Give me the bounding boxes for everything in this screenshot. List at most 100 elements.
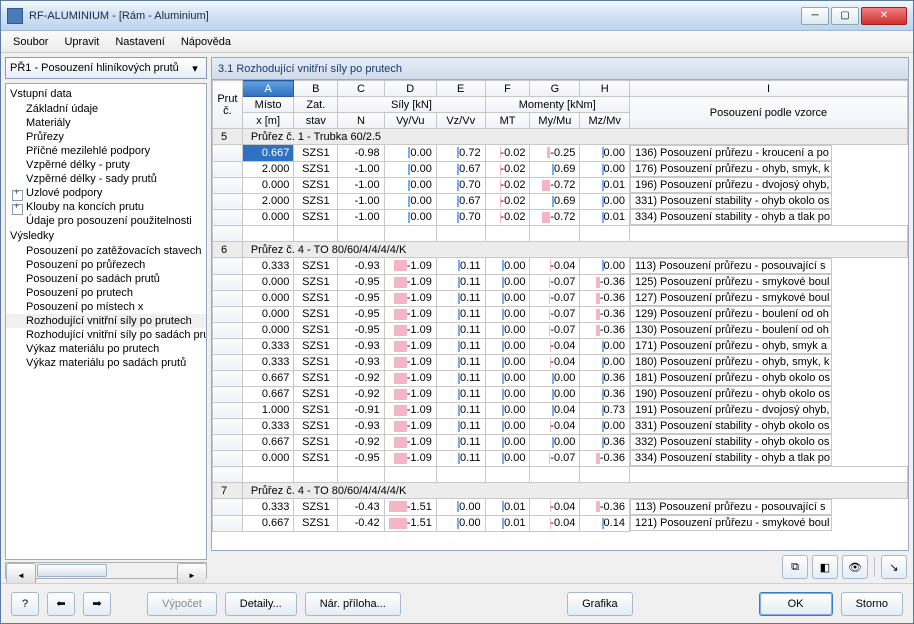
row-header[interactable] <box>213 258 243 275</box>
cell[interactable]: 0.00 <box>485 434 530 450</box>
cell-desc[interactable]: 113) Posouzení průřezu - posouvající s <box>630 258 832 274</box>
col-sily[interactable]: Síly [kN] <box>338 97 485 113</box>
cell[interactable]: SZS1 <box>294 306 338 322</box>
cell-desc[interactable]: 334) Posouzení stability - ohyb a tlak p… <box>630 450 832 466</box>
menu-soubor[interactable]: Soubor <box>5 34 56 50</box>
cell[interactable]: -0.36 <box>580 450 630 467</box>
cell[interactable]: 0.11 <box>436 290 485 306</box>
cell[interactable] <box>338 226 384 242</box>
cell-desc[interactable]: 180) Posouzení průřezu - ohyb, smyk, k <box>630 354 832 370</box>
cell[interactable]: 0.01 <box>580 209 630 226</box>
cell[interactable]: 0.73 <box>580 402 630 418</box>
col-MyMu[interactable]: My/Mu <box>530 113 580 129</box>
cell[interactable]: -0.02 <box>485 193 530 209</box>
cell[interactable] <box>629 467 907 483</box>
cell[interactable]: 0.00 <box>485 370 530 386</box>
tree-results-item[interactable]: Výkaz materiálu po sadách prutů <box>6 356 206 370</box>
cell[interactable]: -1.09 <box>384 434 436 450</box>
cell[interactable]: 0.70 <box>436 177 485 193</box>
tree-input-item[interactable]: Uzlové podpory <box>6 186 206 200</box>
cell[interactable]: 0.00 <box>485 322 530 338</box>
cell[interactable]: -0.92 <box>338 370 384 386</box>
cell[interactable]: 2.000 <box>242 161 294 177</box>
cell[interactable] <box>580 467 630 483</box>
cell[interactable]: 0.00 <box>580 145 630 162</box>
cell[interactable]: 0.333 <box>242 338 294 354</box>
group-title[interactable]: Průřez č. 4 - TO 80/60/4/4/4/4/K <box>242 483 907 499</box>
cell[interactable]: 0.000 <box>242 274 294 290</box>
cell[interactable]: 0.72 <box>436 145 485 162</box>
cell[interactable]: 0.11 <box>436 370 485 386</box>
details-button[interactable]: Detaily... <box>225 592 297 616</box>
col-vzorce[interactable]: Posouzení podle vzorce <box>629 97 907 129</box>
row-header[interactable] <box>213 499 243 516</box>
cell[interactable]: 0.11 <box>436 402 485 418</box>
cell[interactable]: -1.09 <box>384 354 436 370</box>
tree-results-item[interactable]: Posouzení po průřezech <box>6 258 206 272</box>
cell[interactable] <box>530 226 580 242</box>
cell[interactable]: 0.00 <box>384 209 436 226</box>
cell[interactable]: 0.67 <box>436 161 485 177</box>
cell[interactable]: -0.04 <box>530 354 580 370</box>
cell[interactable] <box>485 467 530 483</box>
cell[interactable] <box>242 467 294 483</box>
cell[interactable]: 0.00 <box>384 177 436 193</box>
cell[interactable]: -1.09 <box>384 322 436 338</box>
row-header[interactable] <box>213 290 243 306</box>
cell-desc[interactable]: 332) Posouzení stability - ohyb okolo os <box>630 434 832 450</box>
cell[interactable]: SZS1 <box>294 450 338 467</box>
cell[interactable]: 0.00 <box>384 193 436 209</box>
cell[interactable] <box>485 226 530 242</box>
cell-desc[interactable]: 129) Posouzení průřezu - boulení od oh <box>630 306 832 322</box>
cell[interactable]: 0.00 <box>485 402 530 418</box>
tree-input-item[interactable]: Údaje pro posouzení použitelnosti <box>6 214 206 228</box>
scroll-left-button[interactable]: ◄ <box>6 563 36 583</box>
cell[interactable]: -0.04 <box>530 338 580 354</box>
col-stav[interactable]: stav <box>294 113 338 129</box>
cell[interactable]: 0.11 <box>436 306 485 322</box>
cell[interactable]: 0.00 <box>485 354 530 370</box>
cell[interactable]: 0.00 <box>485 290 530 306</box>
cell[interactable]: -0.07 <box>530 306 580 322</box>
cell[interactable]: 0.00 <box>485 258 530 275</box>
cell[interactable]: -1.00 <box>338 177 384 193</box>
cell[interactable]: 0.00 <box>436 499 485 516</box>
cell[interactable]: -0.91 <box>338 402 384 418</box>
cell[interactable]: -0.36 <box>580 290 630 306</box>
cell[interactable]: SZS1 <box>294 209 338 226</box>
cell-desc[interactable]: 190) Posouzení průřezu - ohyb okolo os <box>630 386 832 402</box>
cell[interactable]: 0.00 <box>485 418 530 434</box>
cell[interactable]: 0.00 <box>485 306 530 322</box>
help-button[interactable]: ? <box>11 592 39 616</box>
tree-input-item[interactable]: Základní údaje <box>6 102 206 116</box>
cell[interactable]: 0.00 <box>436 515 485 531</box>
cell[interactable]: -0.95 <box>338 322 384 338</box>
col-letter[interactable]: F <box>485 81 530 97</box>
cell[interactable]: -1.00 <box>338 209 384 226</box>
col-letter[interactable]: D <box>384 81 436 97</box>
cell[interactable]: 0.00 <box>580 418 630 434</box>
row-header[interactable] <box>213 161 243 177</box>
cell[interactable]: 0.11 <box>436 418 485 434</box>
cell[interactable]: 0.00 <box>580 258 630 275</box>
cell[interactable]: SZS1 <box>294 402 338 418</box>
cell[interactable]: -1.00 <box>338 193 384 209</box>
cell[interactable]: 0.00 <box>485 386 530 402</box>
ok-button[interactable]: OK <box>759 592 833 616</box>
cell-desc[interactable]: 196) Posouzení průřezu - dvojosý ohyb, <box>630 177 832 193</box>
cell[interactable]: SZS1 <box>294 145 338 162</box>
cell-desc[interactable]: 121) Posouzení průřezu - smykové boul <box>630 515 832 531</box>
row-header[interactable] <box>213 193 243 209</box>
close-button[interactable]: ✕ <box>861 7 907 25</box>
cell[interactable]: -0.72 <box>530 209 580 226</box>
tree-results-item[interactable]: Posouzení po prutech <box>6 286 206 300</box>
row-header[interactable] <box>213 322 243 338</box>
scroll-thumb[interactable] <box>37 564 107 577</box>
col-N[interactable]: N <box>338 113 384 129</box>
cell[interactable]: -0.95 <box>338 274 384 290</box>
group-title[interactable]: Průřez č. 1 - Trubka 60/2.5 <box>242 129 907 145</box>
row-header[interactable] <box>213 370 243 386</box>
cell[interactable]: -0.02 <box>485 161 530 177</box>
graphics-button[interactable]: Grafika <box>567 592 632 616</box>
tree-input-item[interactable]: Vzpěrné délky - pruty <box>6 158 206 172</box>
